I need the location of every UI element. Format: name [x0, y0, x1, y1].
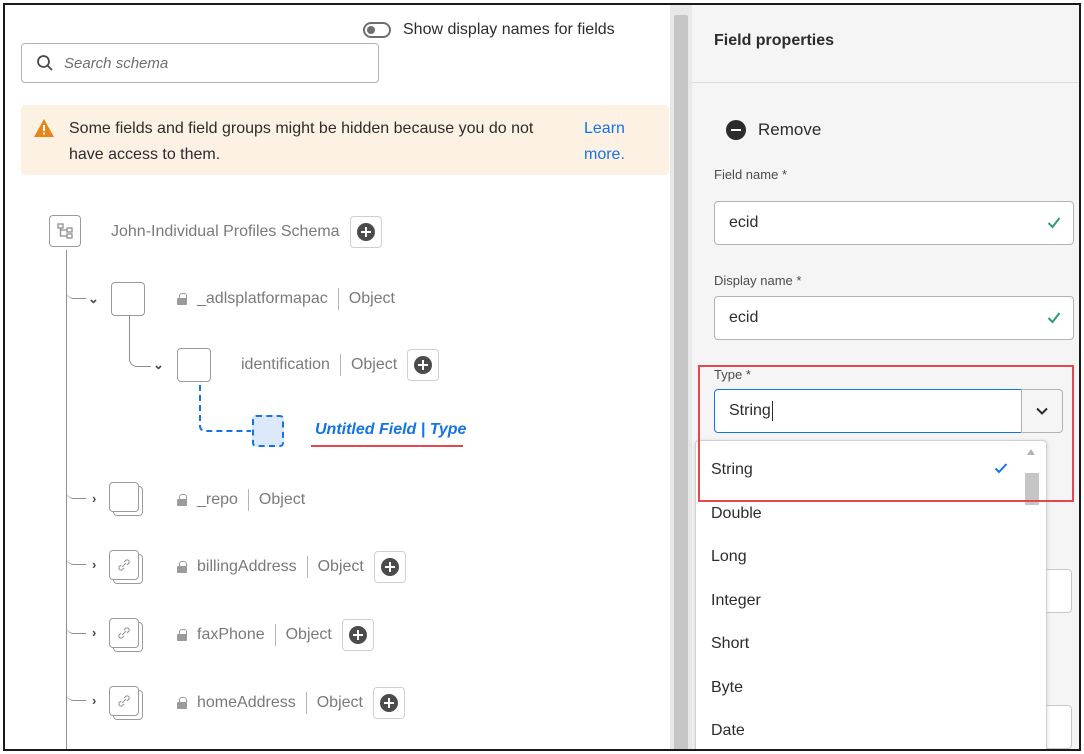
alert-message: Some fields and field groups might be hi…: [69, 120, 534, 163]
link-node-icon: [109, 550, 143, 584]
node-type: Object: [316, 694, 363, 711]
chevron-down-icon[interactable]: ⌄: [88, 291, 99, 307]
search-field[interactable]: [21, 43, 379, 83]
type-option-integer[interactable]: Integer: [711, 592, 761, 610]
panel-title: Field properties: [714, 32, 835, 49]
schema-root-label: John-Individual Profiles Schema: [111, 223, 340, 240]
object-node-icon: [111, 282, 145, 316]
field-name-input[interactable]: ecid: [714, 201, 1074, 245]
chevron-down-icon[interactable]: ⌄: [153, 357, 164, 373]
learn-more-link[interactable]: Learn more.: [584, 116, 644, 168]
schema-root-node[interactable]: John-Individual Profiles Schema: [111, 215, 382, 249]
tree-node-fax[interactable]: faxPhone Object: [177, 618, 374, 652]
add-field-button-fax[interactable]: [341, 619, 374, 651]
display-name-label: Display name *: [714, 273, 802, 288]
type-option-long[interactable]: Long: [711, 548, 747, 566]
node-type: Object: [350, 356, 398, 373]
field-name-label: Field name *: [714, 167, 787, 182]
chevron-right-icon[interactable]: ›: [92, 557, 96, 572]
add-icon: [380, 558, 399, 576]
object-node-icon: [109, 482, 143, 516]
add-icon: [348, 626, 367, 644]
chevron-right-icon[interactable]: ›: [92, 693, 96, 708]
display-name-input[interactable]: ecid: [714, 296, 1074, 340]
tree-node-home[interactable]: homeAddress Object: [177, 686, 405, 720]
display-names-toggle[interactable]: [363, 22, 391, 38]
type-highlight-box: [698, 365, 1074, 502]
add-icon: [356, 223, 375, 241]
chevron-right-icon[interactable]: ›: [92, 625, 96, 640]
node-type: Object: [285, 626, 332, 643]
display-names-toggle-row: Show display names for fields: [363, 21, 615, 39]
untitled-field-label[interactable]: Untitled Field | Type: [315, 421, 466, 439]
lock-icon: [177, 494, 187, 506]
search-icon: [37, 55, 53, 71]
tree-node-adls[interactable]: _adlsplatformapac Object: [177, 288, 395, 310]
node-type: Object: [258, 491, 306, 508]
add-icon: [414, 356, 433, 374]
search-input[interactable]: [64, 54, 364, 72]
type-option-short[interactable]: Short: [711, 635, 749, 653]
schema-root-icon: [49, 215, 81, 247]
untitled-field-underline: [311, 445, 463, 447]
link-node-icon: [109, 686, 143, 720]
remove-label: Remove: [758, 120, 822, 139]
remove-icon: [726, 120, 746, 140]
valid-check-icon: [1047, 217, 1061, 229]
schema-tree-panel: Show display names for fields Some field…: [5, 5, 670, 749]
warning-icon: [34, 119, 54, 137]
node-type: Object: [317, 558, 364, 575]
add-field-button-identification[interactable]: [407, 349, 440, 381]
type-option-date[interactable]: Date: [711, 722, 745, 740]
access-alert: Some fields and field groups might be hi…: [21, 105, 669, 175]
tree-node-repo[interactable]: _repo Object: [177, 489, 305, 511]
node-type: Object: [348, 290, 395, 307]
field-properties-panel: Field properties Remove Field name * eci…: [692, 5, 1079, 749]
type-option-byte[interactable]: Byte: [711, 679, 743, 697]
lock-icon: [177, 293, 187, 305]
add-field-button-billing[interactable]: [373, 551, 406, 583]
field-name-value: ecid: [729, 214, 759, 231]
object-node-icon: [177, 348, 211, 382]
lock-icon: [177, 561, 187, 573]
tree-node-identification[interactable]: identification Object: [241, 348, 440, 382]
link-node-icon: [109, 618, 143, 652]
add-icon: [379, 694, 398, 712]
lock-icon: [177, 629, 187, 641]
node-name: identification: [241, 356, 330, 373]
add-field-button-root[interactable]: [349, 216, 382, 248]
panel-header: Field properties: [692, 5, 1079, 83]
valid-check-icon: [1047, 312, 1061, 324]
add-field-button-home[interactable]: [372, 687, 405, 719]
display-name-value: ecid: [729, 309, 759, 326]
remove-button[interactable]: Remove: [726, 120, 821, 140]
node-name: faxPhone: [197, 626, 265, 643]
node-name: _repo: [197, 491, 238, 508]
tree-scrollbar-thumb[interactable]: [674, 15, 688, 749]
node-name: billingAddress: [197, 558, 297, 575]
tree-scrollbar[interactable]: [670, 5, 692, 749]
node-name: _adlsplatformapac: [197, 290, 328, 307]
type-option-double[interactable]: Double: [711, 505, 762, 523]
display-names-toggle-label: Show display names for fields: [403, 21, 615, 38]
node-name: homeAddress: [197, 694, 296, 711]
chevron-right-icon[interactable]: ›: [92, 491, 96, 506]
lock-icon: [177, 697, 187, 709]
tree-node-billing[interactable]: billingAddress Object: [177, 550, 406, 584]
schema-editor: Show display names for fields Some field…: [3, 3, 1081, 751]
new-field-icon: [252, 415, 284, 447]
